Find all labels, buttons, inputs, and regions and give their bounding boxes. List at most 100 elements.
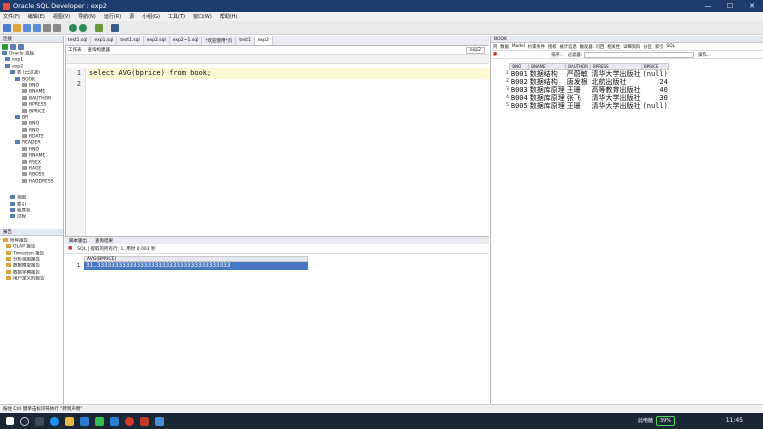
subtab-grants[interactable]: 授权 bbox=[548, 44, 557, 50]
table-row[interactable]: 2 B002 数据结构 唐发根 北航出版社 24 bbox=[505, 78, 669, 86]
back-icon[interactable] bbox=[69, 23, 77, 32]
minimize-button[interactable]: — bbox=[697, 0, 719, 12]
subtab-dependencies[interactable]: 相关性 bbox=[607, 44, 620, 50]
tab-test1-sql-2[interactable]: test1.sql bbox=[117, 36, 144, 45]
table-cell[interactable]: 数据库原理 bbox=[529, 102, 566, 110]
tab-script-output[interactable]: 脚本输出 bbox=[69, 238, 87, 244]
table-tab[interactable]: BOOK bbox=[491, 36, 763, 43]
table-cell[interactable]: 严蔚敏 bbox=[566, 70, 591, 79]
sqldeveloper-icon[interactable] bbox=[155, 416, 164, 426]
save-all-icon[interactable] bbox=[33, 23, 41, 32]
menu-navigate[interactable]: 导航(N) bbox=[78, 13, 96, 20]
tab-query-result[interactable]: 查询结果 bbox=[95, 238, 113, 244]
code-line[interactable]: select AVG(bprice) from book; bbox=[87, 68, 490, 79]
close-button[interactable]: ✕ bbox=[741, 0, 763, 12]
refresh-icon[interactable] bbox=[10, 44, 16, 50]
tab-test1[interactable]: test1 bbox=[236, 36, 255, 45]
table-cell[interactable]: 清华大学出版社 bbox=[591, 70, 642, 79]
menu-file[interactable]: 文件(F) bbox=[3, 13, 20, 20]
tab-test1-sql[interactable]: test1.sql bbox=[65, 36, 92, 45]
tab-exp2-sql[interactable]: exp2.sql bbox=[144, 36, 170, 45]
table-cell[interactable]: 数据库原理 bbox=[529, 86, 566, 94]
new-icon[interactable] bbox=[3, 23, 11, 32]
copy-icon[interactable] bbox=[53, 23, 61, 32]
start-icon[interactable] bbox=[6, 417, 14, 425]
table-cell[interactable]: 张飞 bbox=[566, 94, 591, 102]
table-cell[interactable]: 高等教育出版社 bbox=[591, 86, 642, 94]
edge-icon[interactable] bbox=[110, 416, 119, 426]
subtab-model[interactable]: Model bbox=[512, 44, 525, 49]
table-cell[interactable]: 数据结构 bbox=[529, 70, 566, 79]
subtab-statistics[interactable]: 统计信息 bbox=[560, 44, 577, 50]
search-icon[interactable] bbox=[20, 416, 29, 426]
subtab-data[interactable]: 数据 bbox=[500, 44, 509, 50]
tab-exp1-sql[interactable]: exp1.sql bbox=[91, 36, 118, 45]
java-icon[interactable] bbox=[140, 416, 149, 426]
subtab-constraints[interactable]: 约束条件 bbox=[528, 44, 545, 50]
report-item[interactable]: 用户定义的报告 bbox=[0, 276, 63, 282]
table-cell[interactable]: 王珊 bbox=[566, 86, 591, 94]
run-icon[interactable] bbox=[95, 23, 103, 32]
table-cell[interactable]: 24 bbox=[642, 78, 669, 86]
code-editor[interactable]: select AVG(bprice) from book; bbox=[87, 68, 490, 90]
menu-edit[interactable]: 编辑(E) bbox=[28, 13, 45, 20]
maximize-button[interactable]: ☐ bbox=[719, 0, 741, 12]
sort-button[interactable]: 排序... bbox=[551, 52, 564, 58]
subtab-triggers[interactable]: 触发器 bbox=[580, 44, 593, 50]
tab-worksheet[interactable]: 工作表 bbox=[68, 47, 82, 53]
menu-window[interactable]: 窗口(W) bbox=[193, 13, 212, 20]
taskbar-clock[interactable]: 11:45 bbox=[726, 413, 743, 429]
table-cell[interactable]: 唐发根 bbox=[566, 78, 591, 86]
pin-icon[interactable]: ■ bbox=[493, 52, 497, 57]
table-cell[interactable]: (null) bbox=[642, 70, 669, 79]
table-cell[interactable]: 数据结构 bbox=[529, 78, 566, 86]
browser-icon[interactable] bbox=[50, 416, 59, 426]
cut-icon[interactable] bbox=[43, 23, 51, 32]
result-cell[interactable]: 31.3333333333333333333333333333333333333 bbox=[84, 262, 308, 270]
subtab-sql[interactable]: SQL bbox=[667, 44, 676, 49]
actions-button[interactable]: 操作... bbox=[698, 52, 711, 58]
table-cell[interactable]: B005 bbox=[510, 102, 529, 110]
tree-item[interactable]: 过程 bbox=[0, 214, 63, 220]
save-icon[interactable] bbox=[23, 23, 31, 32]
db-icon[interactable] bbox=[111, 23, 119, 32]
table-cell[interactable]: (null) bbox=[642, 102, 669, 110]
add-connection-icon[interactable] bbox=[2, 44, 8, 50]
connection-selector[interactable]: exp2 bbox=[465, 46, 485, 54]
wechat-icon[interactable] bbox=[95, 416, 104, 426]
table-cell[interactable]: 清华大学出版社 bbox=[591, 94, 642, 102]
table-row[interactable]: 1 B001 数据结构 严蔚敏 清华大学出版社 (null) bbox=[505, 70, 669, 79]
filter-icon[interactable] bbox=[18, 44, 24, 50]
col-header[interactable]: BAUTHOR bbox=[565, 63, 592, 70]
table-cell[interactable]: 40 bbox=[642, 86, 669, 94]
table-row[interactable]: 3 B003 数据库原理 王珊 高等教育出版社 40 bbox=[505, 86, 669, 94]
table-cell[interactable]: 30 bbox=[642, 94, 669, 102]
menu-help[interactable]: 帮助(H) bbox=[220, 13, 238, 20]
pin-icon[interactable]: ■ bbox=[68, 246, 72, 251]
subtab-indexes[interactable]: 索引 bbox=[655, 44, 664, 50]
battery-indicator[interactable]: 39% bbox=[655, 416, 675, 426]
subtab-flashback[interactable]: 闪回 bbox=[596, 44, 605, 50]
open-icon[interactable] bbox=[13, 23, 21, 32]
tree-item[interactable]: RADDRESS bbox=[0, 178, 63, 185]
table-cell[interactable]: B002 bbox=[510, 78, 529, 86]
table-cell[interactable]: 清华大学出版社 bbox=[591, 102, 642, 110]
tab-exp2[interactable]: exp2 bbox=[254, 36, 273, 45]
subtab-columns[interactable]: 列 bbox=[493, 44, 497, 50]
menu-source[interactable]: 源 bbox=[129, 13, 134, 20]
task-view-icon[interactable] bbox=[35, 416, 44, 426]
forward-icon[interactable] bbox=[79, 23, 87, 32]
this-pc-label[interactable]: 此电脑 bbox=[638, 413, 653, 429]
tab-welcome[interactable]: *欢迎使用*页 bbox=[202, 36, 237, 45]
menu-tools[interactable]: 工具(T) bbox=[168, 13, 185, 20]
table-cell[interactable]: 数据库原理 bbox=[529, 94, 566, 102]
table-cell[interactable]: B003 bbox=[510, 86, 529, 94]
filter-input[interactable] bbox=[584, 51, 695, 58]
table-cell[interactable]: B004 bbox=[510, 94, 529, 102]
table-cell[interactable]: B001 bbox=[510, 70, 529, 79]
table-cell[interactable]: 北航出版社 bbox=[591, 78, 642, 86]
media-icon[interactable] bbox=[125, 416, 134, 426]
tab-query-builder[interactable]: 查询构建器 bbox=[88, 47, 111, 53]
tab-exp2-1-sql[interactable]: exp2~1.sql bbox=[170, 36, 203, 45]
code-line[interactable] bbox=[87, 79, 490, 90]
